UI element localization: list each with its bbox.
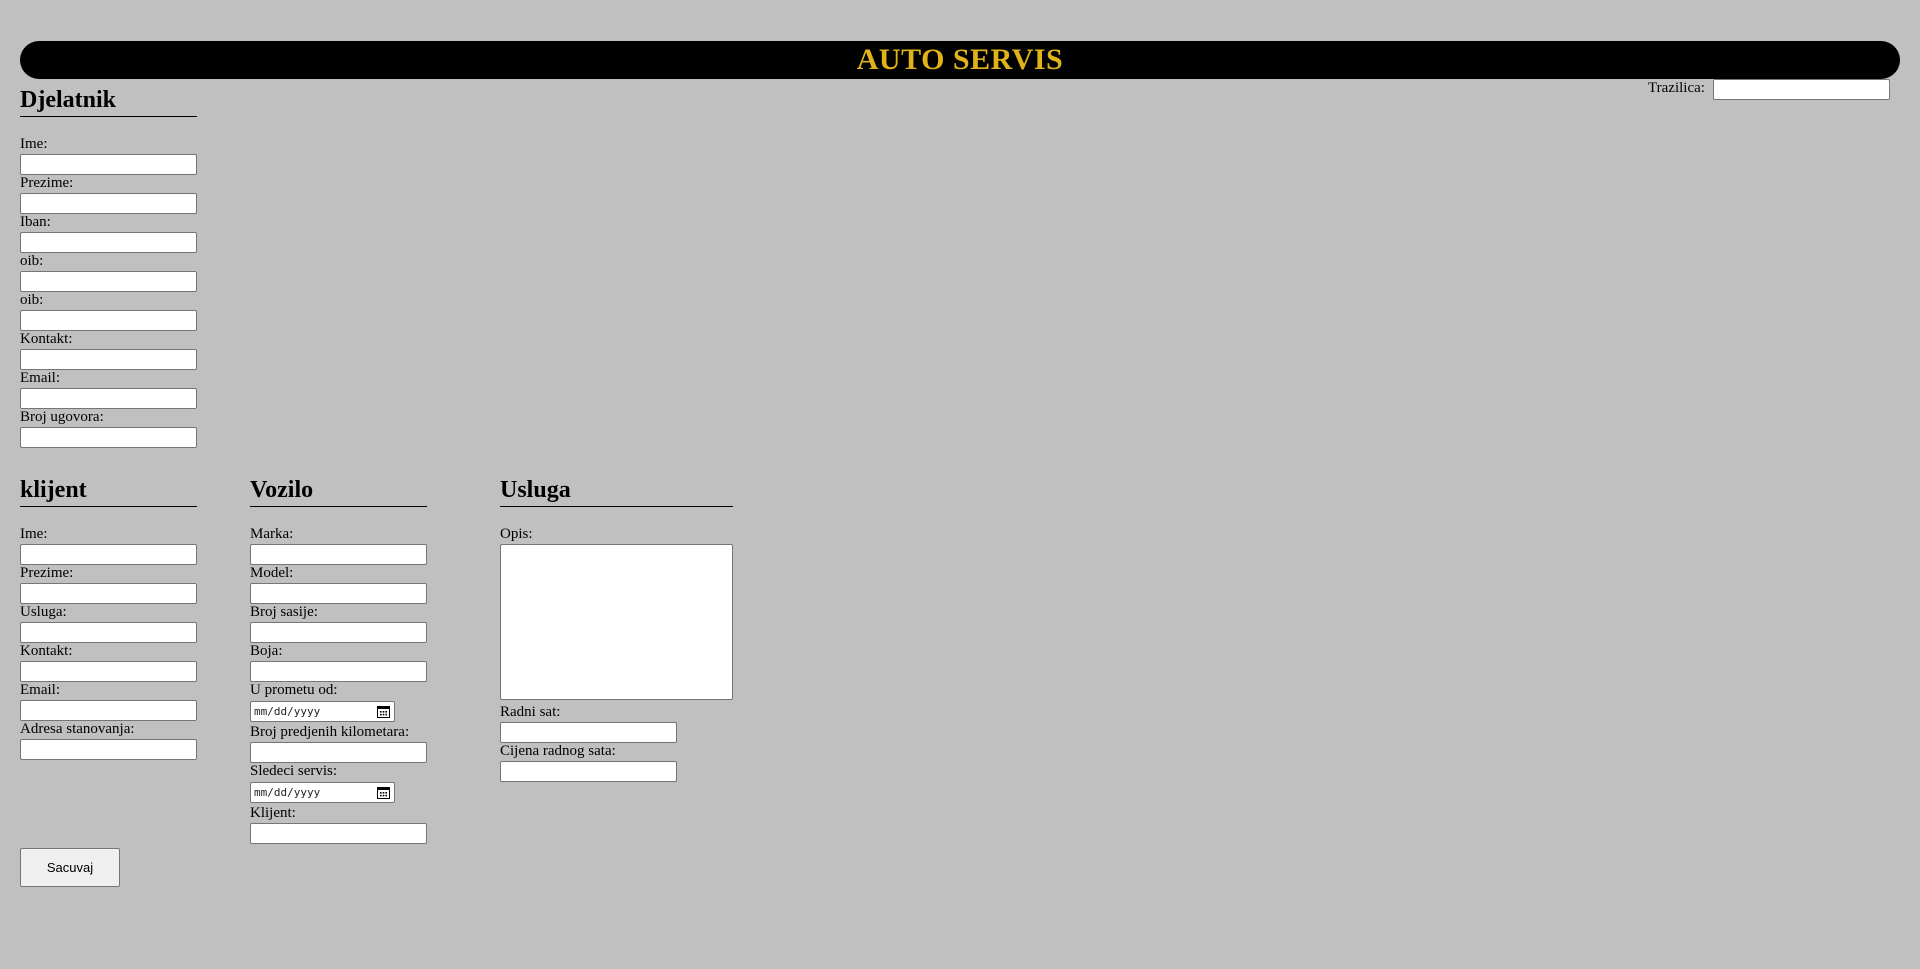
klijent-kontakt-label: Kontakt: (20, 643, 73, 659)
section-title-klijent: klijent (20, 476, 197, 507)
klijent-adresa-input[interactable] (20, 739, 197, 760)
vozilo-sledeci-servis-label: Sledeci servis: (250, 763, 338, 779)
djelatnik-oib-2-input[interactable] (20, 310, 197, 331)
vozilo-marka-label: Marka: (250, 526, 294, 542)
klijent-usluga-input[interactable] (20, 622, 197, 643)
usluga-opis-textarea[interactable] (500, 544, 733, 700)
djelatnik-prezime-label: Prezime: (20, 175, 74, 191)
section-title-vozilo: Vozilo (250, 476, 427, 507)
djelatnik-broj-ugovora-input[interactable] (20, 427, 197, 448)
save-button[interactable]: Sacuvaj (20, 848, 120, 887)
search-label: Trazilica: (1648, 80, 1705, 96)
klijent-prezime-input[interactable] (20, 583, 197, 604)
vozilo-broj-km-label: Broj predjenih kilometara: (250, 724, 410, 740)
vozilo-broj-sasije-input[interactable] (250, 622, 427, 643)
djelatnik-oib-2-label: oib: (20, 292, 44, 308)
djelatnik-kontakt-label: Kontakt: (20, 331, 73, 347)
djelatnik-iban-label: Iban: (20, 214, 51, 230)
search-input[interactable] (1713, 79, 1890, 100)
djelatnik-broj-ugovora-label: Broj ugovora: (20, 409, 104, 425)
app-title: AUTO SERVIS (856, 43, 1064, 76)
section-title-djelatnik: Djelatnik (20, 86, 197, 117)
djelatnik-prezime-input[interactable] (20, 193, 197, 214)
usluga-radni-sat-input[interactable] (500, 722, 677, 743)
djelatnik-email-label: Email: (20, 370, 60, 386)
vozilo-model-input[interactable] (250, 583, 427, 604)
djelatnik-oib-input[interactable] (20, 271, 197, 292)
vozilo-klijent-label: Klijent: (250, 805, 296, 821)
klijent-prezime-label: Prezime: (20, 565, 74, 581)
klijent-ime-label: Ime: (20, 526, 48, 542)
vozilo-broj-sasije-label: Broj sasije: (250, 604, 318, 620)
djelatnik-ime-label: Ime: (20, 136, 48, 152)
calendar-icon[interactable] (377, 786, 390, 799)
vozilo-boja-input[interactable] (250, 661, 427, 682)
klijent-ime-input[interactable] (20, 544, 197, 565)
app-header: AUTO SERVIS (20, 41, 1900, 79)
vozilo-marka-input[interactable] (250, 544, 427, 565)
vozilo-model-label: Model: (250, 565, 294, 581)
vozilo-broj-km-input[interactable] (250, 742, 427, 763)
usluga-opis-label: Opis: (500, 526, 533, 542)
vozilo-sledeci-servis-date-input[interactable]: mm/dd/yyyy (250, 782, 395, 803)
klijent-adresa-label: Adresa stanovanja: (20, 721, 135, 737)
djelatnik-ime-input[interactable] (20, 154, 197, 175)
djelatnik-iban-input[interactable] (20, 232, 197, 253)
usluga-radni-sat-label: Radni sat: (500, 704, 561, 720)
usluga-cijena-label: Cijena radnog sata: (500, 743, 616, 759)
vozilo-boja-label: Boja: (250, 643, 283, 659)
section-title-usluga: Usluga (500, 476, 733, 507)
calendar-icon[interactable] (377, 705, 390, 718)
klijent-kontakt-input[interactable] (20, 661, 197, 682)
djelatnik-kontakt-input[interactable] (20, 349, 197, 370)
djelatnik-email-input[interactable] (20, 388, 197, 409)
klijent-email-input[interactable] (20, 700, 197, 721)
date-placeholder: mm/dd/yyyy (254, 705, 321, 718)
klijent-usluga-label: Usluga: (20, 604, 67, 620)
djelatnik-oib-label: oib: (20, 253, 44, 269)
vozilo-u-prometu-od-label: U prometu od: (250, 682, 338, 698)
vozilo-u-prometu-od-date-input[interactable]: mm/dd/yyyy (250, 701, 395, 722)
klijent-email-label: Email: (20, 682, 60, 698)
vozilo-klijent-input[interactable] (250, 823, 427, 844)
date-placeholder: mm/dd/yyyy (254, 786, 321, 799)
usluga-cijena-input[interactable] (500, 761, 677, 782)
